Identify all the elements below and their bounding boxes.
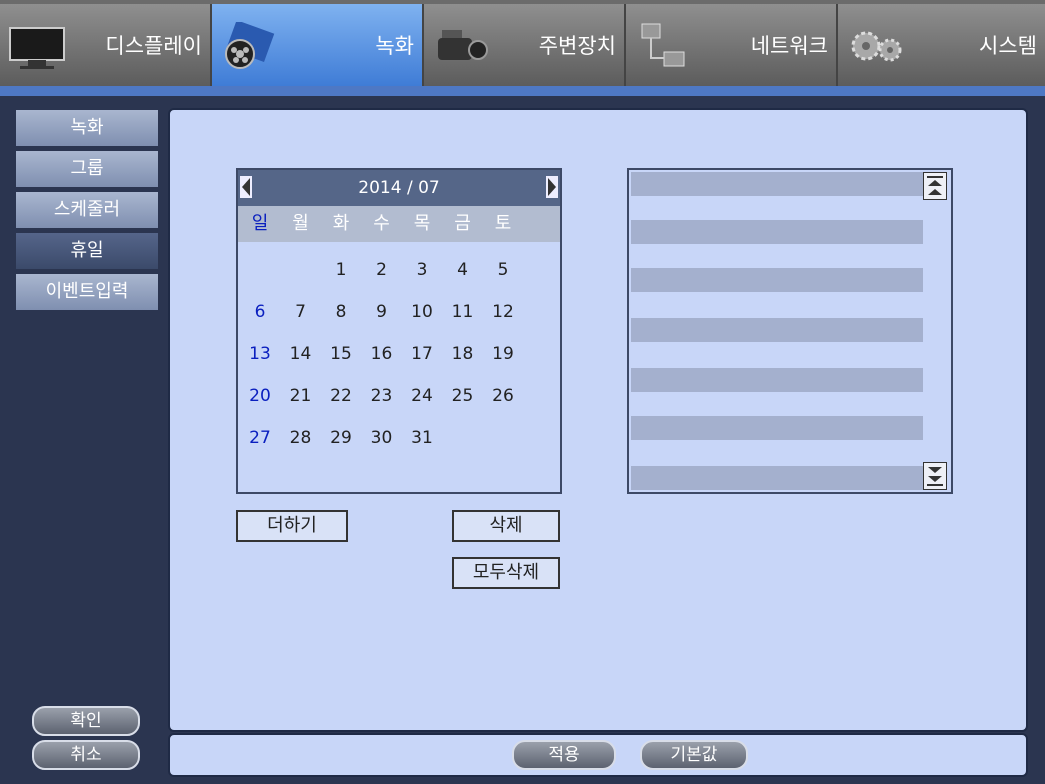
tab-network-label: 네트워크: [750, 34, 828, 58]
calendar-day[interactable]: 3: [402, 250, 442, 290]
calendar-day[interactable]: 16: [362, 334, 402, 374]
calendar-day[interactable]: 31: [402, 418, 442, 458]
calendar-day[interactable]: 11: [443, 292, 483, 332]
list-item[interactable]: [631, 416, 923, 440]
weekday-label: 토: [494, 213, 512, 234]
sidebar: 녹화 그룹 스케줄러 휴일 이벤트입력: [16, 110, 158, 315]
weekday-label: 목: [413, 213, 431, 234]
calendar-day[interactable]: 20: [240, 376, 280, 416]
calendar-day[interactable]: 10: [402, 292, 442, 332]
film-reel-icon: [225, 22, 275, 69]
calendar-day[interactable]: 29: [321, 418, 361, 458]
weekday-label: 수: [373, 213, 390, 234]
calendar-day[interactable]: 5: [483, 250, 523, 290]
calendar-day[interactable]: 1: [321, 250, 361, 290]
gears-icon: [851, 31, 902, 62]
apply-button[interactable]: 적용: [512, 740, 616, 770]
calendar-day[interactable]: 12: [483, 292, 523, 332]
monitor-icon: [9, 27, 65, 69]
scroll-up-icon[interactable]: [923, 172, 947, 200]
calendar-day: [443, 418, 483, 458]
tab-peripheral-label: 주변장치: [538, 34, 616, 58]
list-item[interactable]: [631, 220, 923, 244]
delete-all-button[interactable]: 모두삭제: [452, 557, 560, 589]
sidebar-item-holiday[interactable]: 휴일: [16, 233, 158, 269]
ok-button[interactable]: 확인: [32, 706, 140, 736]
calendar-day[interactable]: 7: [281, 292, 321, 332]
tab-peripheral[interactable]: 주변장치: [424, 4, 626, 86]
weekday-label: 금: [454, 213, 471, 234]
calendar-day[interactable]: 2: [362, 250, 402, 290]
scroll-down-icon[interactable]: [923, 462, 947, 490]
tab-system[interactable]: 시스템: [838, 4, 1045, 86]
calendar-day[interactable]: 14: [281, 334, 321, 374]
tab-network[interactable]: 네트워크: [626, 4, 838, 86]
sidebar-item-record[interactable]: 녹화: [16, 110, 158, 146]
add-button[interactable]: 더하기: [236, 510, 348, 542]
weekday-label: 일: [251, 213, 269, 234]
cancel-button[interactable]: 취소: [32, 740, 140, 770]
sidebar-item-scheduler[interactable]: 스케줄러: [16, 192, 158, 228]
calendar-day[interactable]: 21: [281, 376, 321, 416]
list-item[interactable]: [631, 368, 923, 392]
list-item[interactable]: [631, 172, 923, 196]
prev-month-icon[interactable]: [240, 176, 252, 198]
next-month-icon[interactable]: [546, 176, 558, 198]
weekday-label: 월: [292, 213, 309, 234]
tab-display[interactable]: 디스플레이: [0, 4, 212, 86]
camcorder-icon: [438, 30, 488, 60]
calendar-day[interactable]: 13: [240, 334, 280, 374]
tab-record-label: 녹화: [375, 34, 414, 58]
default-button[interactable]: 기본값: [640, 740, 748, 770]
calendar-day[interactable]: 28: [281, 418, 321, 458]
calendar-month-title: 2014 / 07: [358, 178, 440, 198]
tab-record[interactable]: 녹화: [212, 4, 424, 86]
calendar-day: [483, 418, 523, 458]
sidebar-item-event-input[interactable]: 이벤트입력: [16, 274, 158, 310]
tab-system-label: 시스템: [979, 34, 1037, 58]
calendar-day[interactable]: 4: [443, 250, 483, 290]
calendar-day[interactable]: 25: [443, 376, 483, 416]
calendar-day[interactable]: 9: [362, 292, 402, 332]
tab-display-label: 디스플레이: [105, 34, 202, 58]
delete-button[interactable]: 삭제: [452, 510, 560, 542]
calendar-day[interactable]: 24: [402, 376, 442, 416]
calendar-day: [281, 250, 321, 290]
calendar-day[interactable]: 26: [483, 376, 523, 416]
calendar-day[interactable]: 15: [321, 334, 361, 374]
sidebar-item-group[interactable]: 그룹: [16, 151, 158, 187]
calendar-day[interactable]: 18: [443, 334, 483, 374]
calendar-day[interactable]: 22: [321, 376, 361, 416]
list-item[interactable]: [631, 268, 923, 292]
calendar-day[interactable]: 6: [240, 292, 280, 332]
calendar-day[interactable]: 30: [362, 418, 402, 458]
calendar-day[interactable]: 27: [240, 418, 280, 458]
calendar-day: [240, 250, 280, 290]
holiday-list[interactable]: [627, 168, 953, 494]
tab-underline: [0, 86, 1045, 96]
calendar-day[interactable]: 19: [483, 334, 523, 374]
list-item[interactable]: [631, 318, 923, 342]
weekday-label: 화: [332, 213, 350, 234]
calendar-header: 2014 / 07: [238, 170, 560, 206]
list-item[interactable]: [631, 466, 923, 490]
network-icon: [641, 23, 685, 67]
calendar-day[interactable]: 8: [321, 292, 361, 332]
calendar-day[interactable]: 23: [362, 376, 402, 416]
calendar-day[interactable]: 17: [402, 334, 442, 374]
calendar: 2014 / 07 일월화수목금토 1 2 3 4 5 6 7 8 9 10 11 12 13 14 15 1…: [236, 168, 562, 494]
top-menu-bar: 디스플레이 녹화 주변장치 네트워크 시스템: [0, 0, 1045, 92]
